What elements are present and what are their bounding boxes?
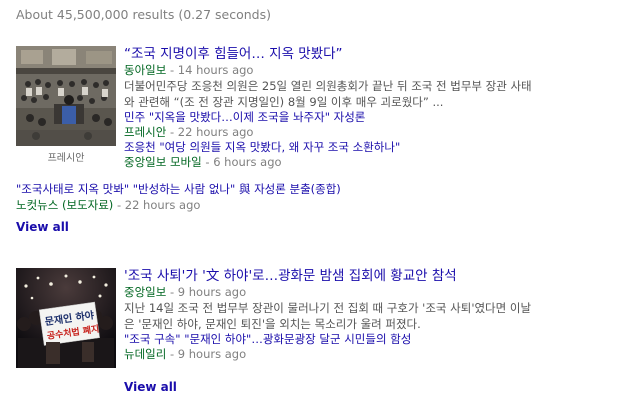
view-all-link[interactable]: View all bbox=[16, 220, 69, 234]
meta-separator: - bbox=[169, 285, 175, 299]
meta-separator: - bbox=[205, 155, 210, 169]
related-story-source: 노컷뉴스 (보도자료) bbox=[16, 198, 114, 212]
top-story: '조국 사퇴'가 '文 하야'로…광화문 밤샘 집회에 황교안 참석 중앙일보 … bbox=[124, 268, 634, 362]
related-story-meta: 중앙일보 모바일 - 6 hours ago bbox=[124, 155, 634, 170]
related-story-link[interactable]: 민주 "지옥을 맛봤다…이제 조국을 놔주자" 자성론 bbox=[124, 110, 634, 125]
news-thumbnail[interactable]: 문재인 하야 공수처법 폐지 bbox=[16, 268, 116, 368]
related-story-link[interactable]: "조국 구속" "문재인 하야"…광화문광장 달군 시민들의 함성 bbox=[124, 332, 634, 347]
related-story-link[interactable]: 조응천 "여당 의원들 지옥 맛봤다, 왜 자꾸 조국 소환하나" bbox=[124, 140, 634, 155]
related-story-time: 22 hours ago bbox=[177, 125, 254, 139]
assembly-photo-image bbox=[16, 46, 116, 146]
related-story-source: 중앙일보 모바일 bbox=[124, 155, 202, 169]
story-snippet-line-1: 지난 14일 조국 전 법무부 장관이 물러나기 전 집회 때 구호가 '조국 … bbox=[124, 301, 532, 315]
results-stats: About 45,500,000 results (0.27 seconds) bbox=[16, 7, 271, 22]
related-story-time: 22 hours ago bbox=[124, 198, 201, 212]
meta-separator: - bbox=[116, 198, 122, 212]
story-meta: 동아일보 - 14 hours ago bbox=[124, 63, 634, 78]
story-snippet-line-2: 와 관련해 “(조 전 장관 지명일인) 8월 9일 이후 매우 괴로웠다” .… bbox=[124, 95, 444, 109]
related-story-time: 9 hours ago bbox=[177, 347, 247, 361]
thumbnail-caption: 프레시안 bbox=[47, 153, 85, 164]
related-story-time: 6 hours ago bbox=[213, 155, 282, 169]
story-time: 9 hours ago bbox=[177, 285, 247, 299]
story-source: 동아일보 bbox=[124, 63, 167, 77]
related-story-link[interactable]: "조국사태로 지옥 맛봐" "반성하는 사람 없나" 與 자성론 분출(종합) bbox=[16, 182, 341, 197]
meta-separator: - bbox=[169, 63, 175, 77]
related-story-source: 뉴데일리 bbox=[124, 347, 167, 361]
story-meta: 중앙일보 - 9 hours ago bbox=[124, 285, 634, 300]
related-story-meta: 프레시안 - 22 hours ago bbox=[124, 125, 634, 140]
top-story: “조국 지명이후 힘들어… 지옥 맛봤다” 동아일보 - 14 hours ag… bbox=[124, 46, 634, 170]
story-snippet-line-2: 은 '문재인 하야, 문재인 퇴진'을 외치는 목소리가 울려 퍼졌다. bbox=[124, 317, 421, 331]
meta-separator: - bbox=[169, 125, 175, 139]
story-source: 중앙일보 bbox=[124, 285, 167, 299]
related-story-source: 프레시안 bbox=[124, 125, 167, 139]
news-thumbnail[interactable] bbox=[16, 46, 116, 146]
story-headline[interactable]: “조국 지명이후 힘들어… 지옥 맛봤다” bbox=[124, 46, 634, 63]
view-all-link[interactable]: View all bbox=[124, 380, 177, 394]
story-snippet-line-1: 더불어민주당 조응천 의원은 25일 열린 의원총회가 끝난 뒤 조국 전 법무… bbox=[124, 79, 532, 93]
story-time: 14 hours ago bbox=[177, 63, 254, 77]
rally-photo-image: 문재인 하야 공수처법 폐지 bbox=[16, 268, 116, 368]
meta-separator: - bbox=[169, 347, 175, 361]
related-story-meta: 노컷뉴스 (보도자료) - 22 hours ago bbox=[16, 198, 200, 213]
story-headline[interactable]: '조국 사퇴'가 '文 하야'로…광화문 밤샘 집회에 황교안 참석 bbox=[124, 268, 634, 285]
related-story-meta: 뉴데일리 - 9 hours ago bbox=[124, 347, 634, 362]
